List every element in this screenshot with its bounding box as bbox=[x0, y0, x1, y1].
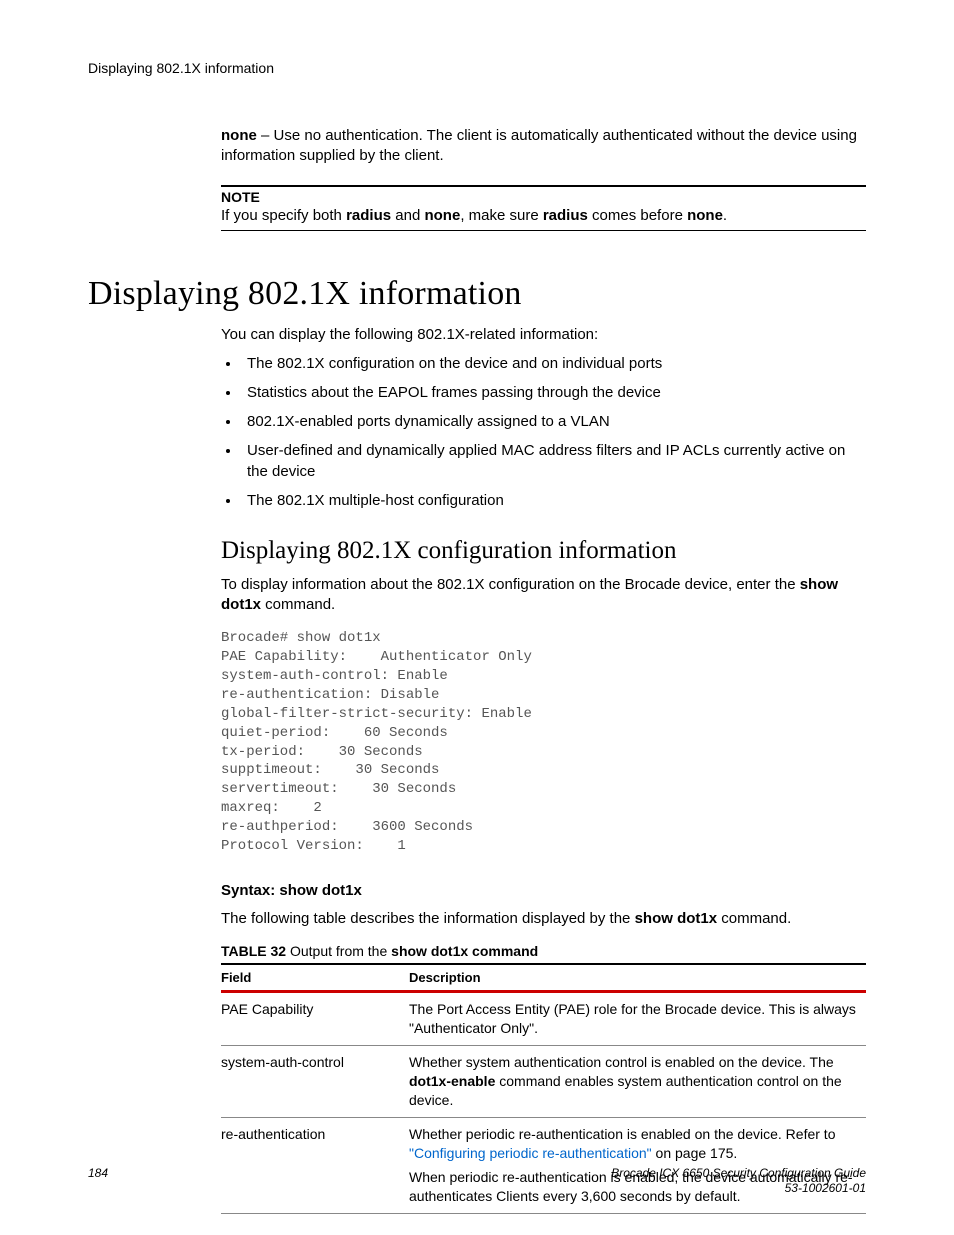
cell-desc: The Port Access Entity (PAE) role for th… bbox=[409, 992, 866, 1046]
none-text: – Use no authentication. The client is a… bbox=[221, 127, 857, 164]
list-item: Statistics about the EAPOL frames passin… bbox=[241, 382, 866, 403]
config-intro: To display information about the 802.1X … bbox=[221, 575, 866, 616]
cross-ref-link[interactable]: "Configuring periodic re-authentication" bbox=[409, 1145, 652, 1161]
table-caption: TABLE 32 Output from the show dot1x comm… bbox=[221, 943, 866, 959]
table-intro: The following table describes the inform… bbox=[221, 909, 866, 929]
section-heading: Displaying 802.1X information bbox=[88, 275, 866, 313]
syntax-line: Syntax: show dot1x bbox=[221, 882, 866, 899]
list-item: 802.1X-enabled ports dynamically assigne… bbox=[241, 411, 866, 432]
code-block: Brocade# show dot1x PAE Capability: Auth… bbox=[221, 629, 866, 856]
bullet-list: The 802.1X configuration on the device a… bbox=[221, 353, 866, 511]
none-keyword: none bbox=[221, 127, 257, 144]
col-field: Field bbox=[221, 964, 409, 992]
subsection-heading: Displaying 802.1X configuration informat… bbox=[221, 537, 866, 565]
doc-id: Brocade ICX 6650 Security Configuration … bbox=[611, 1166, 866, 1197]
page-number: 184 bbox=[88, 1166, 108, 1180]
table-row: system-auth-control Whether system authe… bbox=[221, 1045, 866, 1117]
note-label: NOTE bbox=[221, 189, 866, 205]
none-paragraph: none – Use no authentication. The client… bbox=[221, 126, 866, 167]
table-row: PAE Capability The Port Access Entity (P… bbox=[221, 992, 866, 1046]
note-top-rule bbox=[221, 185, 866, 187]
col-description: Description bbox=[409, 964, 866, 992]
cell-desc: Whether system authentication control is… bbox=[409, 1045, 866, 1117]
list-item: The 802.1X multiple-host configuration bbox=[241, 490, 866, 511]
page-footer: 184 Brocade ICX 6650 Security Configurat… bbox=[88, 1166, 866, 1197]
cell-field: PAE Capability bbox=[221, 992, 409, 1046]
lead-paragraph: You can display the following 802.1X-rel… bbox=[221, 325, 866, 345]
note-text: If you specify both radius and none, mak… bbox=[221, 207, 866, 231]
list-item: The 802.1X configuration on the device a… bbox=[241, 353, 866, 374]
cell-field: system-auth-control bbox=[221, 1045, 409, 1117]
running-header: Displaying 802.1X information bbox=[88, 60, 866, 76]
list-item: User-defined and dynamically applied MAC… bbox=[241, 440, 866, 482]
